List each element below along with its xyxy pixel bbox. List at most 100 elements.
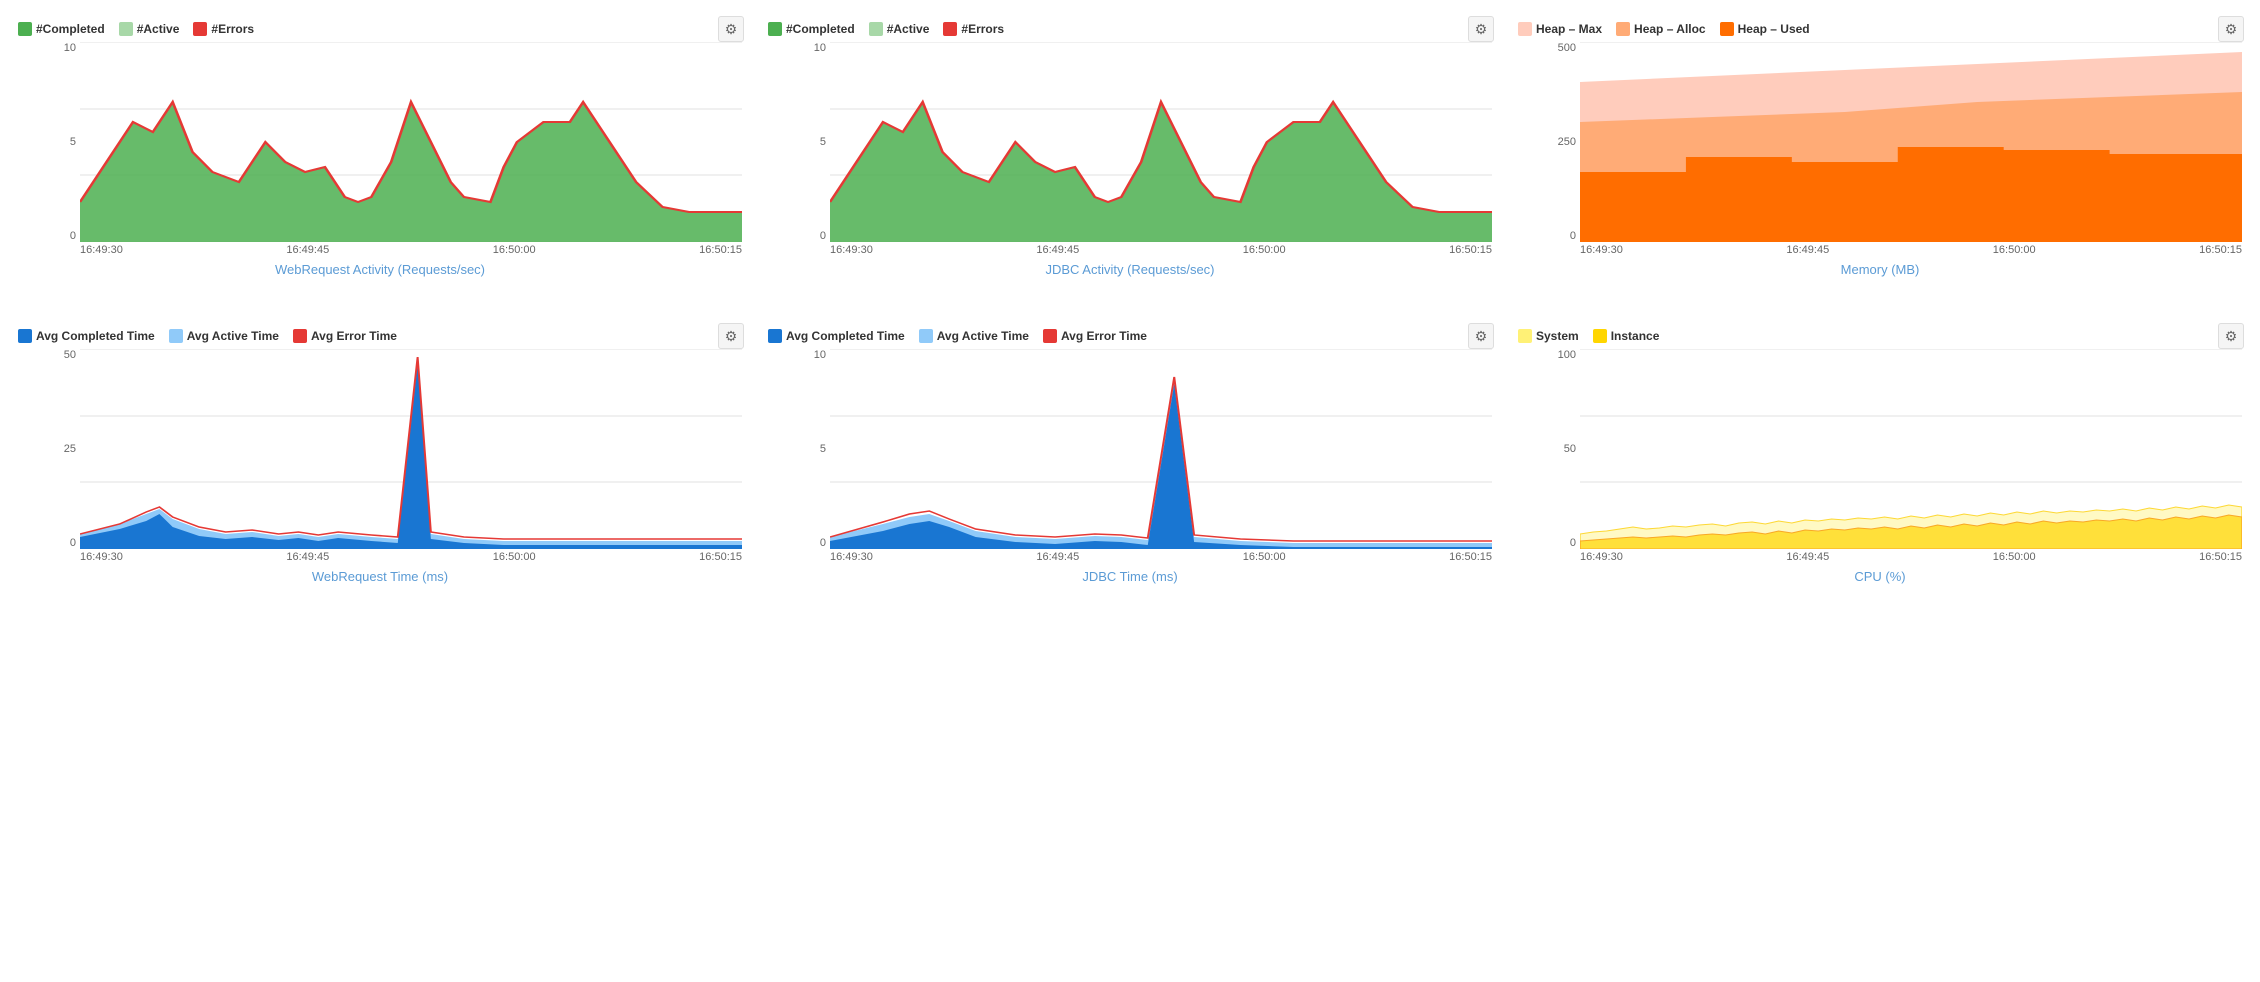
legend-label: Avg Error Time <box>1061 329 1147 343</box>
legend-label: System <box>1536 329 1579 343</box>
legend-label: #Active <box>887 22 930 36</box>
legend-swatch <box>1593 329 1607 343</box>
chart-title-cpu: CPU (%) <box>1518 569 2242 584</box>
legend-item-avg-active-time: Avg Active Time <box>919 329 1029 343</box>
chart-cpu: ⚙SystemInstance10050016:49:3016:49:4516:… <box>1510 317 2250 614</box>
x-axis-label: 16:49:45 <box>1036 551 1079 563</box>
legend-item-#active: #Active <box>119 22 180 36</box>
legend-label: Heap – Alloc <box>1634 22 1706 36</box>
chart-title-webrequest-activity: WebRequest Activity (Requests/sec) <box>18 262 742 277</box>
y-axis: 10 5 0 <box>800 42 830 242</box>
legend-item-#errors: #Errors <box>943 22 1004 36</box>
legend-swatch <box>943 22 957 36</box>
x-axis-label: 16:49:45 <box>1786 551 1829 563</box>
legend-swatch <box>919 329 933 343</box>
legend-jdbc-time: Avg Completed Time Avg Active Time Avg Err… <box>768 325 1492 343</box>
x-axis-label: 16:49:30 <box>830 244 873 256</box>
y-axis-label: 50 <box>1550 443 1576 455</box>
legend-label: #Completed <box>36 22 105 36</box>
legend-webrequest-activity: #Completed #Active #Errors <box>18 18 742 36</box>
chart-inner-webrequest-time: 5025016:49:3016:49:4516:50:0016:50:15 <box>50 349 742 563</box>
legend-item-#completed: #Completed <box>18 22 105 36</box>
legend-label: #Active <box>137 22 180 36</box>
x-axis-label: 16:49:30 <box>1580 551 1623 563</box>
legend-swatch <box>1518 329 1532 343</box>
legend-swatch <box>18 329 32 343</box>
legend-item-heap-–-alloc: Heap – Alloc <box>1616 22 1706 36</box>
legend-label: #Completed <box>786 22 855 36</box>
x-axis-label: 16:50:00 <box>493 244 536 256</box>
legend-item-heap-–-used: Heap – Used <box>1720 22 1810 36</box>
legend-item-avg-completed-time: Avg Completed Time <box>768 329 905 343</box>
legend-swatch <box>768 329 782 343</box>
legend-swatch <box>193 22 207 36</box>
y-axis-label: 5 <box>800 136 826 148</box>
x-axis-label: 16:49:45 <box>286 551 329 563</box>
chart-title-memory: Memory (MB) <box>1518 262 2242 277</box>
x-axis-label: 16:50:15 <box>1449 244 1492 256</box>
chart-title-jdbc-activity: JDBC Activity (Requests/sec) <box>768 262 1492 277</box>
y-axis: 500 250 0 <box>1550 42 1580 242</box>
y-axis-label: 50 <box>50 349 76 361</box>
x-axis-label: 16:50:15 <box>2199 244 2242 256</box>
legend-label: Avg Error Time <box>311 329 397 343</box>
x-axis-label: 16:49:30 <box>1580 244 1623 256</box>
svg-wrapper <box>1580 349 2242 549</box>
legend-swatch <box>1518 22 1532 36</box>
legend-label: Avg Completed Time <box>36 329 155 343</box>
x-axis-label: 16:50:15 <box>2199 551 2242 563</box>
legend-swatch <box>1720 22 1734 36</box>
legend-swatch <box>1043 329 1057 343</box>
y-axis-label: 0 <box>50 230 76 242</box>
chart-inner-jdbc-time: 105016:49:3016:49:4516:50:0016:50:15 <box>800 349 1492 563</box>
y-axis-label: 25 <box>50 443 76 455</box>
chart-jdbc-time: ⚙ Avg Completed Time Avg Active Time Avg Er… <box>760 317 1500 614</box>
legend-swatch <box>119 22 133 36</box>
legend-label: #Errors <box>961 22 1004 36</box>
x-axis-labels: 16:49:3016:49:4516:50:0016:50:15 <box>80 549 742 563</box>
x-axis-label: 16:49:45 <box>1786 244 1829 256</box>
x-axis-label: 16:50:00 <box>1993 244 2036 256</box>
settings-button-jdbc-time[interactable]: ⚙ <box>1468 323 1494 349</box>
x-axis-labels: 16:49:3016:49:4516:50:0016:50:15 <box>830 549 1492 563</box>
legend-item-#errors: #Errors <box>193 22 254 36</box>
y-axis-label: 0 <box>800 537 826 549</box>
chart-inner-memory: 500 250 0 16:49:30 16:49:45 16:50:00 16:50:15 <box>1550 42 2242 256</box>
y-axis-label: 10 <box>800 349 826 361</box>
dashboard-grid: ⚙#Completed#Active#Errors105016:49:3016:… <box>10 10 2250 614</box>
settings-button-jdbc-activity[interactable]: ⚙ <box>1468 16 1494 42</box>
chart-jdbc-activity: ⚙ #Completed #Active #Errors 10 5 0 16:49:30 16:… <box>760 10 1500 307</box>
chart-webrequest-activity: ⚙ #Completed #Active #Errors 105016:49:3016:… <box>10 10 750 307</box>
y-axis: 1050 <box>800 349 830 549</box>
y-axis: 100500 <box>1550 349 1580 549</box>
legend-memory: Heap – Max Heap – Alloc Heap – Used <box>1518 18 2242 36</box>
x-axis-label: 16:50:15 <box>699 551 742 563</box>
legend-webrequest-time: Avg Completed Time Avg Active Time Avg Err… <box>18 325 742 343</box>
chart-memory: ⚙ Heap – Max Heap – Alloc Heap – Used 500 250… <box>1510 10 2250 307</box>
y-axis-label: 250 <box>1550 136 1576 148</box>
x-axis-label: 16:49:45 <box>1036 244 1079 256</box>
settings-button-cpu[interactable]: ⚙ <box>2218 323 2244 349</box>
y-axis-label: 100 <box>1550 349 1576 361</box>
y-axis: 1050 <box>50 42 80 242</box>
y-axis-label: 10 <box>800 42 826 54</box>
x-axis-label: 16:50:00 <box>1243 551 1286 563</box>
legend-label: Avg Active Time <box>937 329 1029 343</box>
legend-swatch <box>869 22 883 36</box>
x-axis-labels: 16:49:3016:49:4516:50:0016:50:15 <box>1580 549 2242 563</box>
legend-item-#completed: #Completed <box>768 22 855 36</box>
legend-label: Avg Completed Time <box>786 329 905 343</box>
y-axis-label: 0 <box>800 230 826 242</box>
settings-button-webrequest-time[interactable]: ⚙ <box>718 323 744 349</box>
legend-item-heap-–-max: Heap – Max <box>1518 22 1602 36</box>
legend-item-avg-active-time: Avg Active Time <box>169 329 279 343</box>
svg-wrapper <box>80 349 742 549</box>
y-axis-label: 0 <box>1550 230 1576 242</box>
x-axis-label: 16:50:00 <box>1243 244 1286 256</box>
x-axis-labels: 16:49:3016:49:4516:50:0016:50:15 <box>80 242 742 256</box>
settings-button-memory[interactable]: ⚙ <box>2218 16 2244 42</box>
legend-label: Heap – Max <box>1536 22 1602 36</box>
legend-jdbc-activity: #Completed #Active #Errors <box>768 18 1492 36</box>
y-axis-label: 500 <box>1550 42 1576 54</box>
settings-button-webrequest-activity[interactable]: ⚙ <box>718 16 744 42</box>
